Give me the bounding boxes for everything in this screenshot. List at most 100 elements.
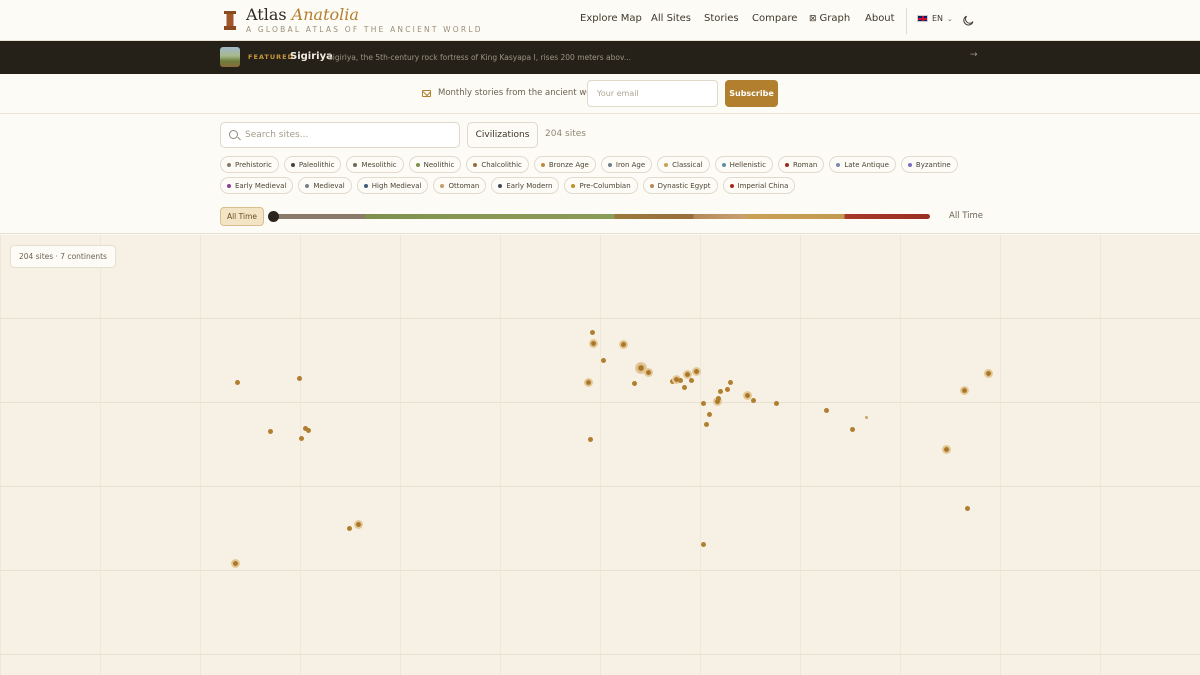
site-marker[interactable] (643, 367, 653, 377)
period-chip[interactable]: Early Medieval (220, 177, 294, 194)
period-color-dot (784, 162, 789, 167)
language-selector[interactable]: EN ⌄ (917, 14, 953, 23)
period-color-dot (729, 183, 734, 188)
period-chip-label: Ottoman (448, 181, 480, 190)
site-marker[interactable] (353, 519, 363, 529)
period-chip[interactable]: Early Modern (491, 177, 560, 194)
site-marker[interactable] (700, 400, 706, 406)
nav-explore-map[interactable]: Explore Map (580, 13, 642, 24)
brand-title[interactable]: Atlas Anatolia (246, 5, 359, 24)
period-color-dot (290, 162, 295, 167)
site-marker[interactable] (964, 505, 970, 511)
site-marker[interactable] (703, 421, 709, 427)
nav-divider (906, 8, 907, 34)
timeline-track[interactable] (273, 214, 930, 219)
column-icon[interactable] (223, 11, 237, 30)
period-chip[interactable]: Mesolithic (346, 156, 404, 173)
period-chip-label: Hellenistic (729, 160, 766, 169)
site-marker[interactable] (983, 368, 993, 378)
featured-banner[interactable]: FEATURED Sigiriya Sigiriya, the 5th-cent… (0, 41, 1200, 74)
search-input[interactable] (245, 126, 455, 144)
site-marker[interactable] (234, 379, 240, 385)
period-chip-label: Early Modern (506, 181, 553, 190)
site-marker[interactable] (346, 525, 352, 531)
arrow-right-icon[interactable]: → (970, 50, 978, 60)
site-marker[interactable] (587, 436, 593, 442)
email-field[interactable] (587, 80, 718, 107)
site-marker[interactable] (681, 384, 687, 390)
site-marker[interactable] (677, 377, 683, 383)
site-marker[interactable] (715, 395, 721, 401)
nav-compare[interactable]: Compare (752, 13, 797, 24)
all-time-button[interactable]: All Time (220, 207, 264, 226)
site-marker[interactable] (742, 390, 752, 400)
period-chips-row-1: Prehistoric Paleolithic Mesolithic Neolithi… (220, 156, 958, 173)
nav-stories[interactable]: Stories (704, 13, 739, 24)
site-marker[interactable] (773, 400, 779, 406)
subscribe-button[interactable]: Subscribe (725, 80, 778, 107)
site-marker[interactable] (296, 375, 302, 381)
timeline-handle[interactable] (268, 211, 279, 222)
site-marker[interactable] (750, 397, 756, 403)
period-chip[interactable]: Prehistoric (220, 156, 279, 173)
moon-icon[interactable] (963, 14, 975, 26)
site-marker[interactable] (267, 428, 273, 434)
site-marker[interactable] (631, 380, 637, 386)
period-color-dot (664, 162, 669, 167)
site-marker[interactable] (823, 407, 829, 413)
site-marker[interactable] (959, 385, 969, 395)
period-chip[interactable]: Dynastic Egypt (642, 177, 718, 194)
nav-graph[interactable]: ⊠ Graph (809, 13, 850, 24)
period-chip[interactable]: Bronze Age (533, 156, 596, 173)
period-chip[interactable]: Hellenistic (714, 156, 773, 173)
period-chip[interactable]: Iron Age (600, 156, 653, 173)
period-chip[interactable]: Late Antique (829, 156, 896, 173)
period-chip[interactable]: Paleolithic (283, 156, 342, 173)
world-map[interactable]: 204 sites · 7 continents (0, 235, 1200, 675)
civilizations-button[interactable]: Civilizations (467, 122, 538, 148)
top-header: Atlas Anatolia A GLOBAL ATLAS OF THE ANC… (0, 0, 1200, 41)
nav-about[interactable]: About (865, 13, 895, 24)
period-chip-label: Late Antique (844, 160, 889, 169)
site-marker[interactable] (724, 386, 730, 392)
site-marker[interactable] (941, 444, 951, 454)
period-chip[interactable]: Classical (657, 156, 710, 173)
period-color-dot (836, 162, 841, 167)
period-chip[interactable]: Neolithic (408, 156, 462, 173)
site-marker[interactable] (305, 427, 311, 433)
site-marker[interactable] (688, 377, 694, 383)
featured-thumbnail (220, 47, 240, 67)
site-marker[interactable] (706, 411, 712, 417)
site-marker[interactable] (230, 558, 240, 568)
nav-all-sites[interactable]: All Sites (651, 13, 691, 24)
site-marker[interactable] (717, 388, 723, 394)
site-marker[interactable] (589, 329, 595, 335)
timeline-range-label: All Time (949, 211, 984, 221)
site-marker[interactable] (727, 379, 733, 385)
period-chip[interactable]: Imperial China (722, 177, 796, 194)
period-chip-label: Roman (792, 160, 818, 169)
site-marker[interactable] (849, 426, 855, 432)
site-marker[interactable] (700, 541, 706, 547)
period-color-dot (353, 162, 358, 167)
search-box[interactable] (220, 122, 460, 148)
period-color-dot (415, 162, 420, 167)
featured-label: FEATURED (248, 53, 294, 61)
period-chip[interactable]: Pre-Columbian (564, 177, 638, 194)
flag-icon (917, 15, 928, 22)
site-marker[interactable] (298, 435, 304, 441)
period-chip[interactable]: Byzantine (900, 156, 958, 173)
site-marker[interactable] (864, 415, 868, 419)
site-marker[interactable] (691, 366, 701, 376)
site-marker[interactable] (618, 339, 628, 349)
site-marker[interactable] (588, 338, 598, 348)
period-chip[interactable]: Chalcolithic (466, 156, 529, 173)
featured-title[interactable]: Sigiriya (290, 51, 333, 62)
brand-main: Atlas (246, 5, 287, 24)
period-chip[interactable]: High Medieval (356, 177, 429, 194)
site-marker[interactable] (600, 357, 606, 363)
period-chip[interactable]: Ottoman (433, 177, 487, 194)
site-marker[interactable] (583, 377, 593, 387)
period-chip[interactable]: Medieval (298, 177, 352, 194)
period-chip[interactable]: Roman (777, 156, 825, 173)
